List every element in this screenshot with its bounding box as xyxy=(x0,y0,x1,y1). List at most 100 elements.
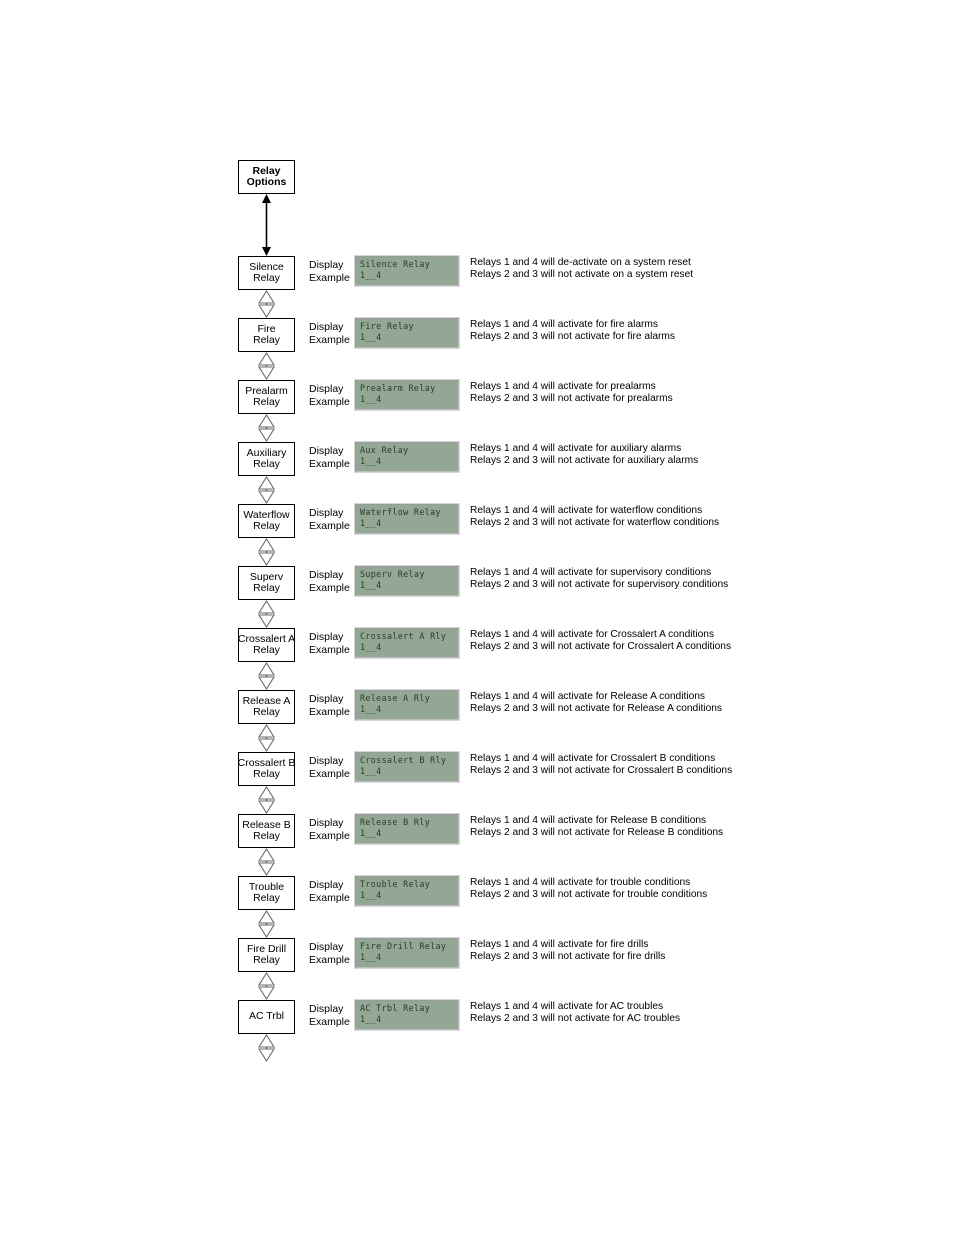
description-line-1: Relays 1 and 4 will activate for Crossal… xyxy=(470,629,715,640)
description-line-2: Relays 2 and 3 will not activate for Cro… xyxy=(470,640,732,652)
description-line-2: Relays 2 and 3 will not activate for fir… xyxy=(470,330,675,342)
node-label-line: Relay xyxy=(253,272,280,284)
node-relay-11[interactable]: Fire Drill Relay xyxy=(238,938,295,972)
node-label-line: Relay xyxy=(253,582,280,594)
lcd-line-2: 1__4 xyxy=(360,951,382,962)
connector-hollow-double-arrow xyxy=(238,662,295,690)
display-example-line2: Example xyxy=(309,271,350,284)
node-relay-0[interactable]: Silence Relay xyxy=(238,256,295,290)
display-example-line2: Example xyxy=(309,519,350,532)
display-example-label: Display Example xyxy=(309,1003,350,1028)
display-example-line1: Display xyxy=(309,879,344,891)
lcd-line-2: 1__4 xyxy=(360,765,382,776)
lcd-line-1: Waterflow Relay xyxy=(360,507,441,517)
relay-option-row: Release B Relay Display Example Release B Rl… xyxy=(238,813,954,848)
node-relay-1[interactable]: Fire Relay xyxy=(238,318,295,352)
lcd-display: Trouble Relay 1__4 xyxy=(354,875,460,907)
lcd-display: Fire Drill Relay 1__4 xyxy=(354,937,460,969)
lcd-line-2: 1__4 xyxy=(360,269,382,280)
lcd-line-2: 1__4 xyxy=(360,393,382,404)
connector-hollow-double-arrow xyxy=(238,724,295,752)
lcd-line-1: Trouble Relay xyxy=(360,879,431,889)
node-relay-9[interactable]: Release B Relay xyxy=(238,814,295,848)
display-example-line1: Display xyxy=(309,445,344,457)
lcd-line-2: 1__4 xyxy=(360,579,382,590)
lcd-line-1: Crossalert A Rly xyxy=(360,631,447,641)
display-example-line2: Example xyxy=(309,1015,350,1028)
display-example-label: Display Example xyxy=(309,879,350,904)
display-example-line1: Display xyxy=(309,321,344,333)
lcd-line-1: Superv Relay xyxy=(360,569,425,579)
lcd-line-1: AC Trbl Relay xyxy=(360,1003,431,1013)
node-label-line: Relay xyxy=(253,830,280,842)
relay-option-row: Crossalert B Relay Display Example Crossaler… xyxy=(238,751,954,786)
display-example-line2: Example xyxy=(309,705,350,718)
relay-option-row: Fire Relay Display Example Fire Relay 1__4 Rel… xyxy=(238,317,954,352)
relay-option-row: Auxiliary Relay Display Example Aux Relay 1__… xyxy=(238,441,954,476)
description-line-1: Relays 1 and 4 will activate for Release… xyxy=(470,815,707,826)
node-relay-10[interactable]: Trouble Relay xyxy=(238,876,295,910)
node-relay-8[interactable]: Crossalert B Relay xyxy=(238,752,295,786)
display-example-label: Display Example xyxy=(309,941,350,966)
display-example-line2: Example xyxy=(309,581,350,594)
node-relay-7[interactable]: Release A Relay xyxy=(238,690,295,724)
lcd-display: Waterflow Relay 1__4 xyxy=(354,503,460,535)
connector-hollow-double-arrow xyxy=(238,352,295,380)
lcd-display: Release B Rly 1__4 xyxy=(354,813,460,845)
lcd-display: Crossalert B Rly 1__4 xyxy=(354,751,460,783)
connector-hollow-double-arrow xyxy=(238,910,295,938)
display-example-line2: Example xyxy=(309,953,350,966)
node-relay-3[interactable]: Auxiliary Relay xyxy=(238,442,295,476)
display-example-label: Display Example xyxy=(309,755,350,780)
display-example-line2: Example xyxy=(309,457,350,470)
relay-description: Relays 1 and 4 will activate for Release… xyxy=(470,815,723,839)
lcd-display: Superv Relay 1__4 xyxy=(354,565,460,597)
lcd-line-2: 1__4 xyxy=(360,827,382,838)
connector-hollow-double-arrow xyxy=(238,972,295,1000)
relay-description: Relays 1 and 4 will activate for Crossal… xyxy=(470,753,732,777)
lcd-line-1: Fire Drill Relay xyxy=(360,941,447,951)
node-relay-5[interactable]: Superv Relay xyxy=(238,566,295,600)
display-example-line1: Display xyxy=(309,1003,344,1015)
node-label-line: Relay xyxy=(253,458,280,470)
display-example-label: Display Example xyxy=(309,631,350,656)
description-line-1: Relays 1 and 4 will activate for supervi… xyxy=(470,567,712,578)
relay-description: Relays 1 and 4 will activate for AC trou… xyxy=(470,1001,680,1025)
display-example-line1: Display xyxy=(309,507,344,519)
node-relay-2[interactable]: Prealarm Relay xyxy=(238,380,295,414)
lcd-line-1: Silence Relay xyxy=(360,259,431,269)
description-line-1: Relays 1 and 4 will activate for Release… xyxy=(470,691,706,702)
lcd-line-2: 1__4 xyxy=(360,331,382,342)
relay-option-row: Waterflow Relay Display Example Waterflow Re… xyxy=(238,503,954,538)
node-relay-6[interactable]: Crossalert A Relay xyxy=(238,628,295,662)
relay-option-row: Fire Drill Relay Display Example Fire Drill … xyxy=(238,937,954,972)
description-line-2: Relays 2 and 3 will not activate on a sy… xyxy=(470,268,694,280)
display-example-line1: Display xyxy=(309,755,344,767)
lcd-line-2: 1__4 xyxy=(360,455,382,466)
display-example-line1: Display xyxy=(309,569,344,581)
relay-option-row: Superv Relay Display Example Superv Relay 1__… xyxy=(238,565,954,600)
node-relay-12[interactable]: AC Trbl xyxy=(238,1000,295,1034)
lcd-display: Aux Relay 1__4 xyxy=(354,441,460,473)
lcd-line-1: Aux Relay xyxy=(360,445,409,455)
display-example-label: Display Example xyxy=(309,507,350,532)
lcd-display: Prealarm Relay 1__4 xyxy=(354,379,460,411)
display-example-label: Display Example xyxy=(309,321,350,346)
node-label-line: Relay xyxy=(253,768,280,780)
display-example-line1: Display xyxy=(309,631,344,643)
lcd-line-1: Prealarm Relay xyxy=(360,383,436,393)
connector-hollow-double-arrow xyxy=(238,848,295,876)
description-line-2: Relays 2 and 3 will not activate for fir… xyxy=(470,950,666,962)
relay-description: Relays 1 and 4 will activate for prealar… xyxy=(470,381,673,405)
description-line-1: Relays 1 and 4 will de-activate on a sys… xyxy=(470,257,691,268)
display-example-label: Display Example xyxy=(309,383,350,408)
node-relay-options[interactable]: Relay Options xyxy=(238,160,295,194)
display-example-label: Display Example xyxy=(309,569,350,594)
description-line-1: Relays 1 and 4 will activate for fire dr… xyxy=(470,939,649,950)
description-line-2: Relays 2 and 3 will not activate for wat… xyxy=(470,516,720,528)
node-label-line: Relay xyxy=(253,396,280,408)
display-example-line2: Example xyxy=(309,643,350,656)
node-relay-4[interactable]: Waterflow Relay xyxy=(238,504,295,538)
relay-option-row: Prealarm Relay Display Example Prealarm Rela… xyxy=(238,379,954,414)
node-label-line: Relay xyxy=(253,954,280,966)
